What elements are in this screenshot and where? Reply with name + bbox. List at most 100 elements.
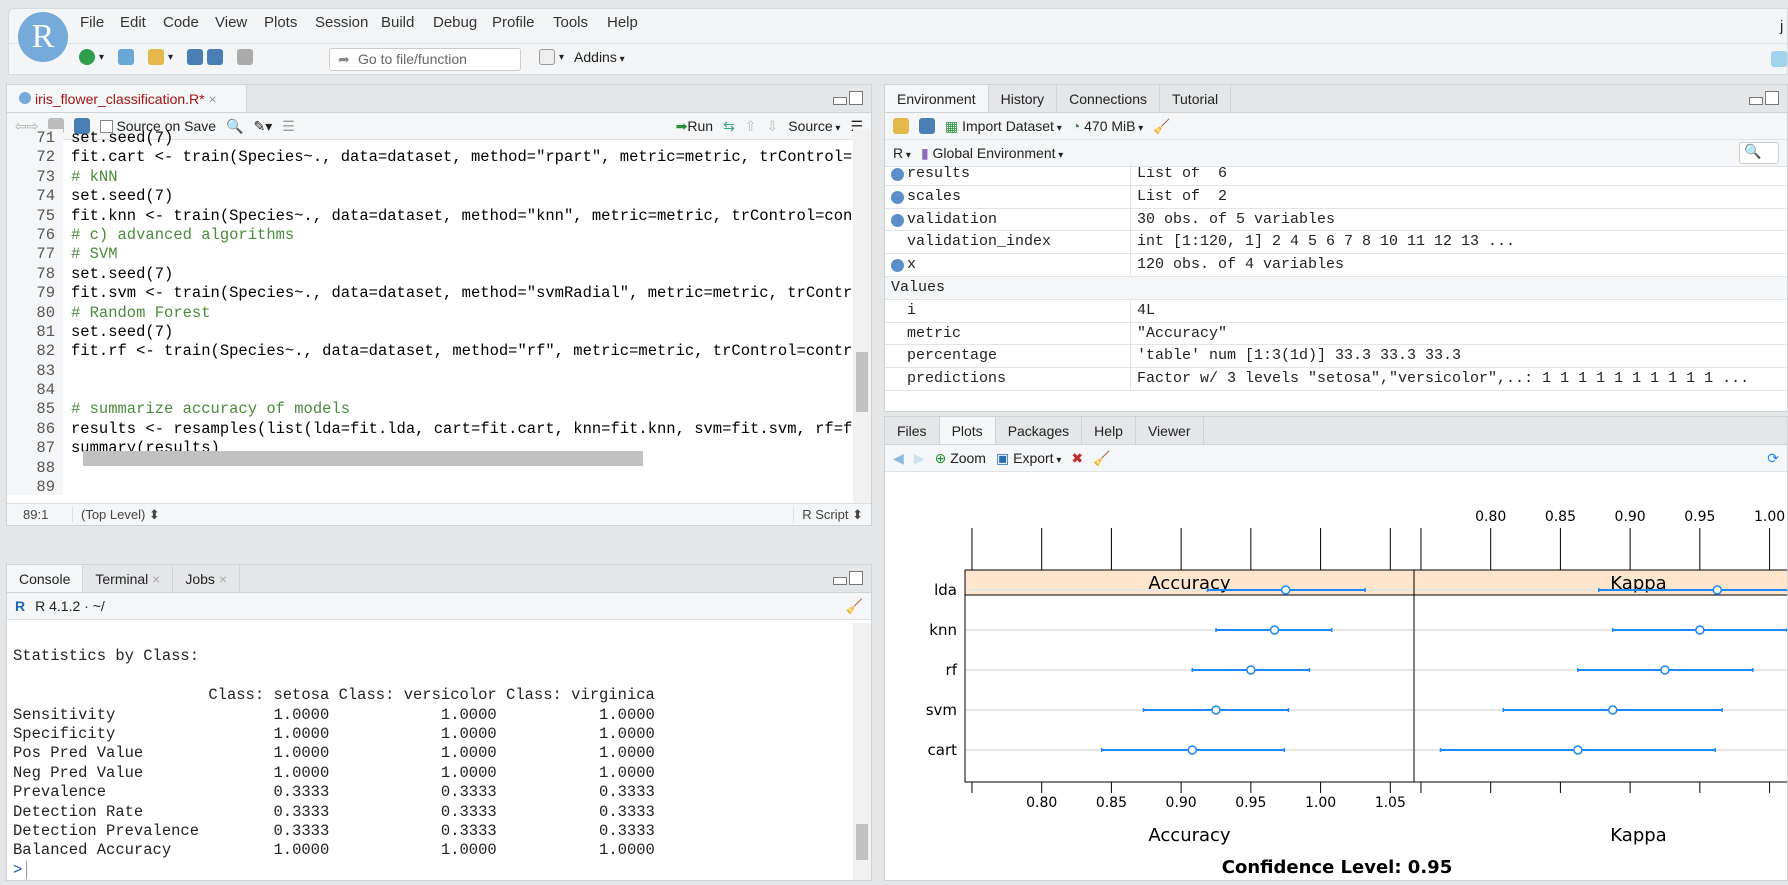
data-point [1607, 705, 1618, 715]
cursor-position: 89:1 [7, 507, 73, 522]
open-file-icon[interactable] [148, 49, 165, 65]
menu-session[interactable]: Session [315, 14, 368, 31]
pane-minmax[interactable] [833, 91, 863, 105]
clear-environment-icon[interactable]: 🧹 [1153, 118, 1170, 135]
tab-history[interactable]: History [989, 85, 1058, 112]
save-icon[interactable] [187, 49, 204, 65]
table-row: Specificity 1.0000 1.0000 1.0000 [13, 725, 655, 744]
next-plot-icon[interactable]: ▶ [914, 450, 925, 467]
menu-code[interactable]: Code [163, 14, 199, 31]
file-type-selector[interactable]: R Script ⬍ [793, 506, 871, 523]
tab-jobs[interactable]: Jobs × [173, 565, 241, 592]
menu-plots[interactable]: Plots [264, 14, 297, 31]
new-project-icon[interactable] [118, 49, 135, 65]
plots-pane: Files Plots Packages Help Viewer ◀ ▶ ⊕ Zoom … [884, 416, 1788, 881]
menu-edit[interactable]: Edit [120, 14, 146, 31]
data-point [1187, 745, 1198, 755]
vertical-scrollbar[interactable] [853, 129, 871, 503]
menu-tools[interactable]: Tools [553, 14, 588, 31]
tab-files[interactable]: Files [885, 417, 940, 444]
close-icon[interactable]: × [209, 91, 217, 107]
environment-pane: Environment History Connections Tutorial ▦ … [884, 84, 1788, 412]
scope-selector[interactable]: (Top Level) ⬍ [73, 507, 160, 523]
clear-plots-icon[interactable]: 🧹 [1093, 450, 1110, 467]
tab-terminal[interactable]: Terminal × [83, 565, 174, 592]
tab-environment[interactable]: Environment [885, 85, 989, 112]
console-scrollbar[interactable] [853, 623, 871, 880]
code-text: fit.cart <- train(Species~., data=datase… [71, 148, 853, 167]
clear-console-icon[interactable]: 🧹 [846, 598, 863, 615]
tab-tutorial[interactable]: Tutorial [1160, 85, 1232, 112]
import-dataset-button[interactable]: ▦ Import Dataset [945, 118, 1062, 135]
code-line: 79 fit.svm <- train(Species~., data=datas… [7, 284, 853, 304]
code-text: set.seed(7) [71, 264, 174, 283]
zoom-button[interactable]: ⊕ Zoom [935, 450, 986, 467]
remove-plot-icon[interactable]: ✖ [1071, 450, 1083, 467]
refresh-plot-icon[interactable]: ⟳ [1767, 450, 1779, 467]
language-selector[interactable]: R [893, 145, 911, 161]
data-point [1660, 665, 1670, 675]
tab-console[interactable]: Console [7, 565, 84, 592]
tab-connections[interactable]: Connections [1057, 85, 1160, 112]
expand-icon[interactable] [891, 259, 904, 273]
pane-layout-icon[interactable] [539, 49, 555, 65]
data-point [1246, 665, 1256, 675]
load-workspace-icon[interactable] [893, 118, 909, 134]
environment-row[interactable]: x 120 obs. of 4 variables [885, 254, 1787, 277]
tick-label: 0.90 [1166, 795, 1197, 811]
code-line: 75 fit.knn <- train(Species~., data=datas… [7, 206, 853, 226]
environment-row[interactable]: predictions Factor w/ 3 levels "setosa","… [885, 368, 1787, 391]
expand-icon[interactable] [891, 168, 904, 181]
environment-row[interactable]: metric "Accuracy" [885, 322, 1787, 346]
tab-source-file[interactable]: iris_flower_classification.R* × [7, 85, 247, 112]
console-output[interactable]: Statistics by Class: Class: setosa Class… [7, 620, 871, 880]
environment-row[interactable]: validation 30 obs. of 5 variables [885, 208, 1787, 232]
pane-minmax[interactable] [1749, 91, 1779, 105]
project-icon[interactable] [1771, 51, 1787, 67]
source-pane: iris_flower_classification.R* × ⇦⇨ Sourc… [6, 84, 872, 526]
code-editor[interactable]: 71 set.seed(7) 72 fit.cart <- train(Species… [7, 129, 853, 495]
user-menu[interactable]: j [1780, 18, 1783, 35]
tab-viewer[interactable]: Viewer [1136, 417, 1204, 444]
expand-icon[interactable] [891, 213, 904, 227]
menu-help[interactable]: Help [607, 14, 638, 31]
code-line: 84 [7, 381, 853, 401]
line-number: 86 [7, 419, 63, 440]
goto-file-input[interactable]: ➦ Go to file/function [329, 48, 521, 71]
environment-row[interactable]: scales List of 2 [885, 185, 1787, 209]
environment-row[interactable]: validation_index int [1:120, 1] 2 4 5 6 7… [885, 231, 1787, 255]
console-header: R R 4.1.2 · ~/ 🧹 [7, 593, 871, 620]
code-line: 85 # summarize accuracy of models [7, 400, 853, 420]
menu-profile[interactable]: Profile [492, 14, 535, 31]
previous-plot-icon[interactable]: ◀ [893, 450, 904, 467]
environment-search-input[interactable]: 🔍 [1739, 142, 1779, 164]
table-row: Detection Rate 0.3333 0.3333 0.3333 [13, 802, 655, 821]
memory-usage-button[interactable]: ◔ 470 MiB [1072, 118, 1144, 134]
tab-plots[interactable]: Plots [939, 417, 996, 444]
environment-row[interactable]: percentage'table' num [1:3(1d)] 33.3 33.… [885, 345, 1787, 369]
goto-arrow-icon: ➦ [338, 51, 350, 67]
print-icon[interactable] [237, 49, 254, 65]
menu-build[interactable]: Build [381, 14, 414, 31]
menu-debug[interactable]: Debug [433, 14, 477, 31]
code-text: # summarize accuracy of models [71, 400, 351, 419]
environment-selector[interactable]: ▮ Global Environment [921, 145, 1063, 162]
addins-menu[interactable]: Addins [574, 49, 625, 65]
tick-label: 1.05 [1375, 795, 1406, 811]
expand-icon[interactable] [891, 190, 904, 204]
menu-view[interactable]: View [215, 14, 247, 31]
tab-help[interactable]: Help [1082, 417, 1136, 444]
environment-row[interactable]: i 4L [885, 299, 1787, 323]
code-line: 83 [7, 361, 853, 382]
save-all-icon[interactable] [207, 49, 224, 65]
export-button[interactable]: ▣ Export [996, 450, 1061, 467]
save-workspace-icon[interactable] [919, 118, 935, 134]
console-prompt[interactable]: > [13, 861, 22, 879]
menu-file[interactable]: File [80, 14, 104, 31]
new-file-icon[interactable] [79, 49, 95, 65]
data-point [1280, 585, 1291, 595]
tab-packages[interactable]: Packages [996, 417, 1083, 444]
line-number: 88 [7, 458, 63, 479]
pane-minmax[interactable] [833, 571, 863, 585]
